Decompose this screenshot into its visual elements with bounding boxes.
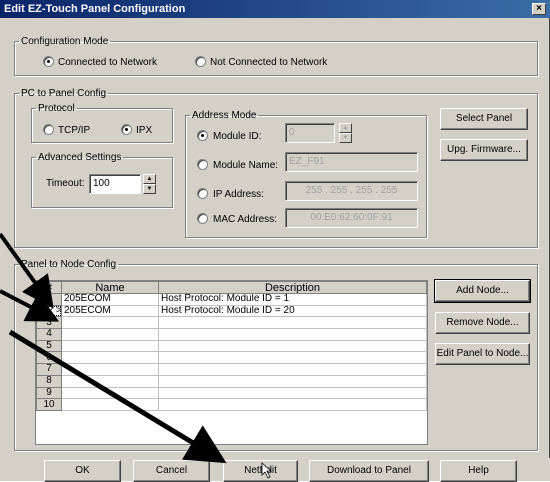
- timeout-spinner[interactable]: ▲ ▼: [143, 174, 156, 194]
- not-connected-radio[interactable]: [195, 56, 206, 67]
- window-title: Edit EZ-Touch Panel Configuration: [4, 3, 186, 15]
- row-description[interactable]: [158, 398, 427, 411]
- advanced-settings-legend: Advanced Settings: [38, 152, 122, 163]
- table-row[interactable]: 9: [36, 386, 427, 400]
- module-id-label: Module ID:: [213, 131, 262, 142]
- module-name-radio[interactable]: [197, 159, 208, 170]
- tcpip-label: TCP/IP: [58, 125, 91, 136]
- module-id-input[interactable]: 0: [285, 123, 335, 143]
- table-header-row: # Name Description: [36, 281, 427, 294]
- netedit-button[interactable]: NetEdit: [223, 460, 298, 482]
- column-header-name: Name: [61, 281, 159, 294]
- pc-to-panel-legend: PC to Panel Config: [21, 88, 107, 99]
- row-description[interactable]: Host Protocol: Module ID = 20: [158, 304, 427, 318]
- tcpip-radio[interactable]: [43, 124, 54, 135]
- table-row[interactable]: 8: [36, 374, 427, 388]
- row-description[interactable]: Host Protocol: Module ID = 1: [158, 293, 427, 306]
- upg-firmware-button[interactable]: Upg. Firmware...: [440, 139, 528, 161]
- column-header-number: #: [36, 281, 62, 294]
- row-name[interactable]: 205ECOM: [61, 304, 159, 318]
- ip-address-radio[interactable]: [197, 188, 208, 199]
- configuration-mode-legend: Configuration Mode: [21, 36, 109, 47]
- table-row[interactable]: 5: [36, 339, 427, 353]
- row-description[interactable]: [158, 328, 427, 341]
- row-description[interactable]: [158, 386, 427, 400]
- row-name[interactable]: [61, 351, 159, 365]
- cancel-button[interactable]: Cancel: [133, 460, 210, 482]
- panel-to-node-legend: Panel to Node Config: [21, 259, 117, 270]
- row-number: 4: [36, 328, 62, 341]
- protocol-legend: Protocol: [38, 103, 75, 114]
- module-id-radio[interactable]: [197, 130, 208, 141]
- row-description[interactable]: [158, 363, 427, 376]
- close-icon[interactable]: ×: [532, 3, 546, 15]
- help-button[interactable]: Help: [440, 460, 517, 482]
- timeout-label: Timeout:: [46, 178, 85, 189]
- node-table[interactable]: # Name Description 1 205ECOM Host Protocol…: [35, 280, 428, 445]
- spin-down-icon[interactable]: ▼: [143, 184, 156, 194]
- ip-address-input[interactable]: 255 . 255 . 255 . 255: [285, 181, 418, 201]
- connected-radio[interactable]: [43, 56, 54, 67]
- timeout-input[interactable]: 100: [89, 174, 141, 194]
- row-name[interactable]: 205ECOM: [61, 293, 159, 306]
- column-header-description: Description: [158, 281, 427, 294]
- ipx-label: IPX: [136, 125, 153, 136]
- remove-node-button[interactable]: Remove Node...: [435, 312, 530, 334]
- module-name-label: Module Name:: [213, 160, 279, 171]
- table-row[interactable]: 4: [36, 328, 427, 341]
- row-number: 8: [36, 374, 62, 388]
- table-row[interactable]: 6: [36, 351, 427, 365]
- mac-address-input[interactable]: 00:E0:62:60:0F:91: [285, 208, 418, 228]
- ip-address-label: IP Address:: [213, 189, 264, 200]
- row-name[interactable]: [61, 339, 159, 353]
- table-row[interactable]: 7: [36, 363, 427, 376]
- row-name[interactable]: [61, 316, 159, 330]
- table-row[interactable]: 10: [36, 398, 427, 411]
- mac-address-label: MAC Address:: [213, 214, 277, 225]
- row-number: 1: [36, 293, 62, 306]
- button-bar: OK Cancel NetEdit Download to Panel Help: [0, 458, 550, 482]
- module-id-spinner[interactable]: ▲ ▼: [339, 123, 352, 143]
- spin-up-icon[interactable]: ▲: [143, 174, 156, 184]
- row-number: 9: [36, 386, 62, 400]
- row-number: 6: [36, 351, 62, 365]
- row-name[interactable]: [61, 386, 159, 400]
- row-name[interactable]: [61, 328, 159, 341]
- row-number: 3: [36, 316, 62, 330]
- row-name[interactable]: [61, 398, 159, 411]
- row-number: 10: [36, 398, 62, 411]
- row-name[interactable]: [61, 363, 159, 376]
- table-row[interactable]: 3: [36, 316, 427, 330]
- add-node-button[interactable]: Add Node...: [434, 279, 531, 303]
- ipx-radio[interactable]: [121, 124, 132, 135]
- edit-panel-to-node-button[interactable]: Edit Panel to Node...: [435, 343, 530, 365]
- configuration-mode-group: Configuration Mode: [14, 36, 538, 76]
- row-number: 7: [36, 363, 62, 376]
- dialog-window: Edit EZ-Touch Panel Configuration × Conf…: [0, 0, 550, 482]
- connected-label: Connected to Network: [58, 57, 157, 68]
- table-row[interactable]: 1 205ECOM Host Protocol: Module ID = 1: [36, 293, 427, 306]
- spin-down-icon[interactable]: ▼: [339, 133, 352, 143]
- title-bar[interactable]: Edit EZ-Touch Panel Configuration ×: [0, 0, 550, 18]
- row-description[interactable]: [158, 374, 427, 388]
- table-row[interactable]: < 2 >205ECOM Host Protocol: Module ID = 2…: [36, 304, 427, 318]
- address-mode-legend: Address Mode: [192, 110, 257, 121]
- mac-address-radio[interactable]: [197, 213, 208, 224]
- download-to-panel-button[interactable]: Download to Panel: [309, 460, 429, 482]
- spin-up-icon[interactable]: ▲: [339, 123, 352, 133]
- select-panel-button[interactable]: Select Panel: [440, 108, 528, 130]
- module-name-input[interactable]: EZ_F91: [285, 152, 418, 172]
- ok-button[interactable]: OK: [44, 460, 121, 482]
- row-number: 5: [36, 339, 62, 353]
- row-name[interactable]: [61, 374, 159, 388]
- not-connected-label: Not Connected to Network: [210, 57, 328, 68]
- row-description[interactable]: [158, 351, 427, 365]
- row-number: < 2 >: [36, 304, 62, 318]
- protocol-group: Protocol: [31, 103, 173, 143]
- row-description[interactable]: [158, 316, 427, 330]
- row-description[interactable]: [158, 339, 427, 353]
